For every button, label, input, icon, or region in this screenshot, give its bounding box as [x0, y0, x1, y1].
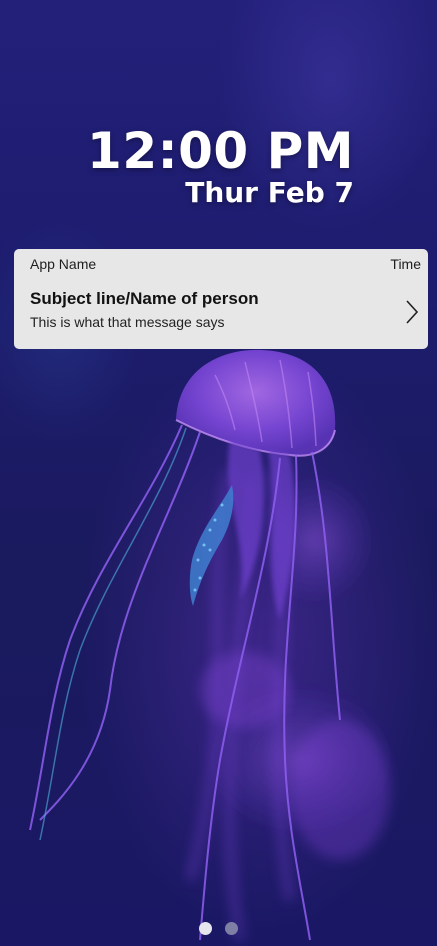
page-indicator — [199, 922, 238, 935]
notification-subject: Subject line/Name of person — [30, 289, 259, 308]
page-dot-active[interactable] — [199, 922, 212, 935]
lock-screen-clock: 12:00 PM Thur Feb 7 — [87, 118, 354, 208]
clock-time: 12:00 PM — [87, 122, 354, 180]
notification-card[interactable]: App Name Time Subject line/Name of perso… — [14, 249, 428, 349]
chevron-right-icon[interactable] — [405, 299, 419, 325]
notification-app-name: App Name — [30, 256, 97, 272]
page-dot-inactive[interactable] — [225, 922, 238, 935]
notification-time: Time — [390, 256, 421, 272]
notification-message: This is what that message says — [30, 314, 225, 330]
